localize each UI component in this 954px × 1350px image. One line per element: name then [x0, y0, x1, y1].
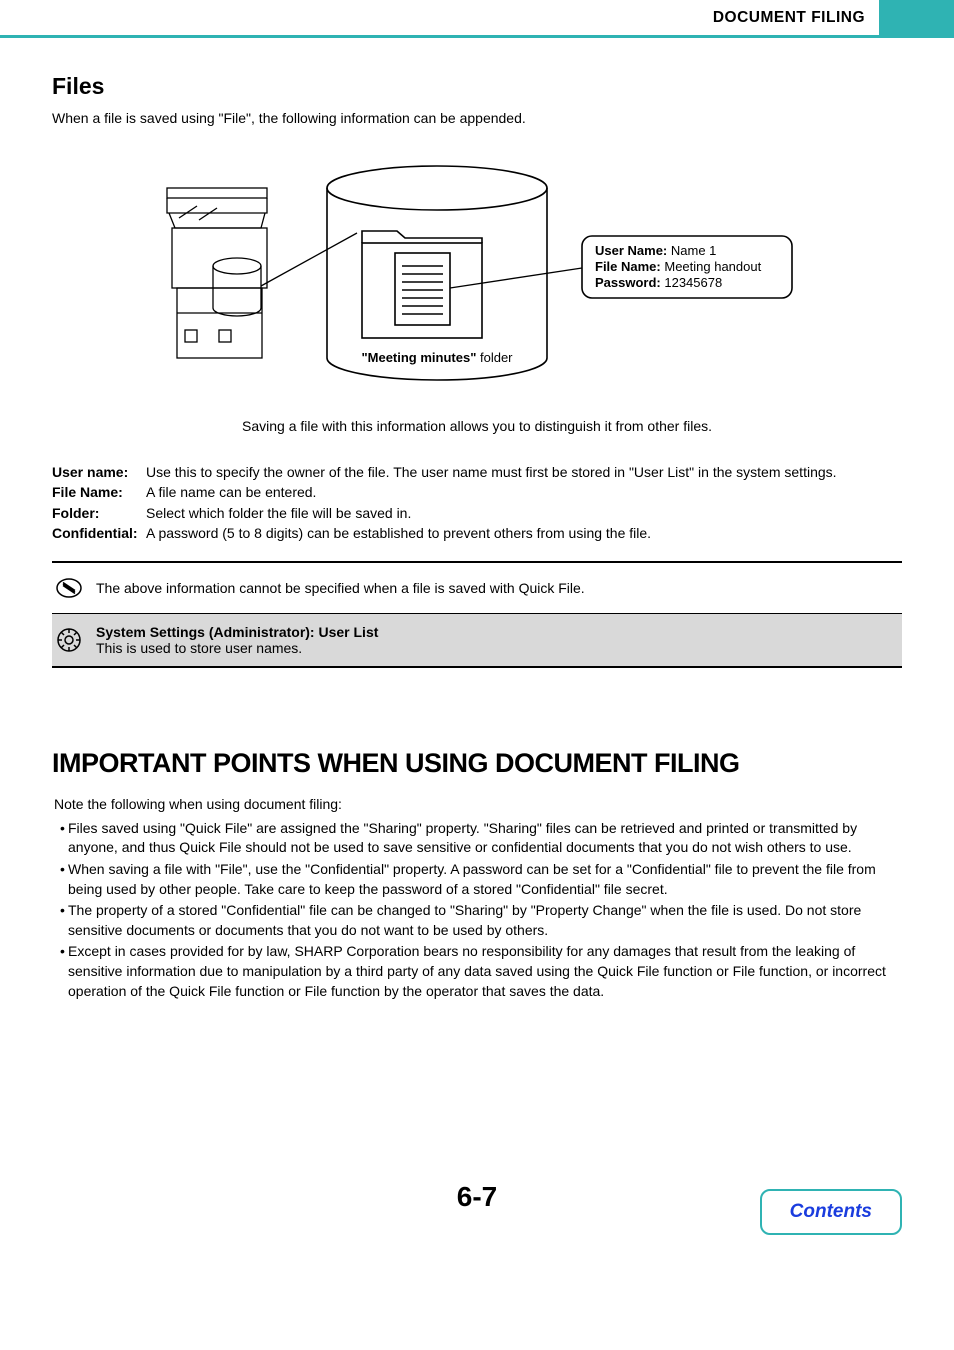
- contents-button[interactable]: Contents: [760, 1189, 902, 1235]
- def-label: Confidential:: [52, 523, 146, 543]
- def-label: Folder:: [52, 503, 146, 523]
- bullet-icon: •: [54, 942, 68, 1001]
- bullet-text: Files saved using "Quick File" are assig…: [68, 819, 902, 858]
- important-heading: IMPORTANT POINTS WHEN USING DOCUMENT FIL…: [52, 748, 902, 779]
- def-desc: A file name can be entered.: [146, 482, 902, 502]
- bullet-icon: •: [54, 819, 68, 858]
- bullet-icon: •: [54, 860, 68, 899]
- def-label: User name:: [52, 462, 146, 482]
- svg-text:File Name: Meeting handout: File Name: Meeting handout: [595, 259, 762, 274]
- svg-text:"Meeting minutes" folder: "Meeting minutes" folder: [361, 350, 513, 365]
- def-desc: Use this to specify the owner of the fil…: [146, 462, 902, 482]
- admin-text: System Settings (Administrator): User Li…: [96, 624, 378, 656]
- note-icon: [56, 575, 82, 601]
- svg-text:Password: 12345678: Password: 12345678: [595, 275, 722, 290]
- def-desc: Select which folder the file will be sav…: [146, 503, 902, 523]
- admin-desc: This is used to store user names.: [96, 640, 378, 656]
- def-desc: A password (5 to 8 digits) can be establ…: [146, 523, 902, 543]
- admin-title: System Settings (Administrator): User Li…: [96, 624, 378, 640]
- files-caption: Saving a file with this information allo…: [52, 418, 902, 434]
- bullet-text: Except in cases provided for by law, SHA…: [68, 942, 902, 1001]
- gear-icon: [56, 627, 82, 653]
- bullet-text: The property of a stored "Confidential" …: [68, 901, 902, 940]
- bullet-icon: •: [54, 901, 68, 940]
- admin-box: System Settings (Administrator): User Li…: [52, 614, 902, 668]
- definition-list: User name:Use this to specify the owner …: [52, 462, 902, 543]
- svg-text:User Name: Name 1: User Name: Name 1: [595, 243, 716, 258]
- def-label: File Name:: [52, 482, 146, 502]
- important-intro: Note the following when using document f…: [54, 795, 902, 815]
- note-text: The above information cannot be specifie…: [96, 580, 585, 596]
- bullet-text: When saving a file with "File", use the …: [68, 860, 902, 899]
- page-header: DOCUMENT FILING: [0, 0, 954, 38]
- note-box: The above information cannot be specifie…: [52, 561, 902, 614]
- files-diagram: "Meeting minutes" folder User Name: Name…: [52, 158, 902, 398]
- files-intro: When a file is saved using "File", the f…: [52, 110, 902, 126]
- header-title: DOCUMENT FILING: [0, 0, 879, 35]
- important-bullets: Note the following when using document f…: [52, 795, 902, 1001]
- page-footer: 6-7 Contents: [0, 1181, 954, 1261]
- files-heading: Files: [52, 73, 902, 100]
- header-accent-tab: [879, 0, 954, 35]
